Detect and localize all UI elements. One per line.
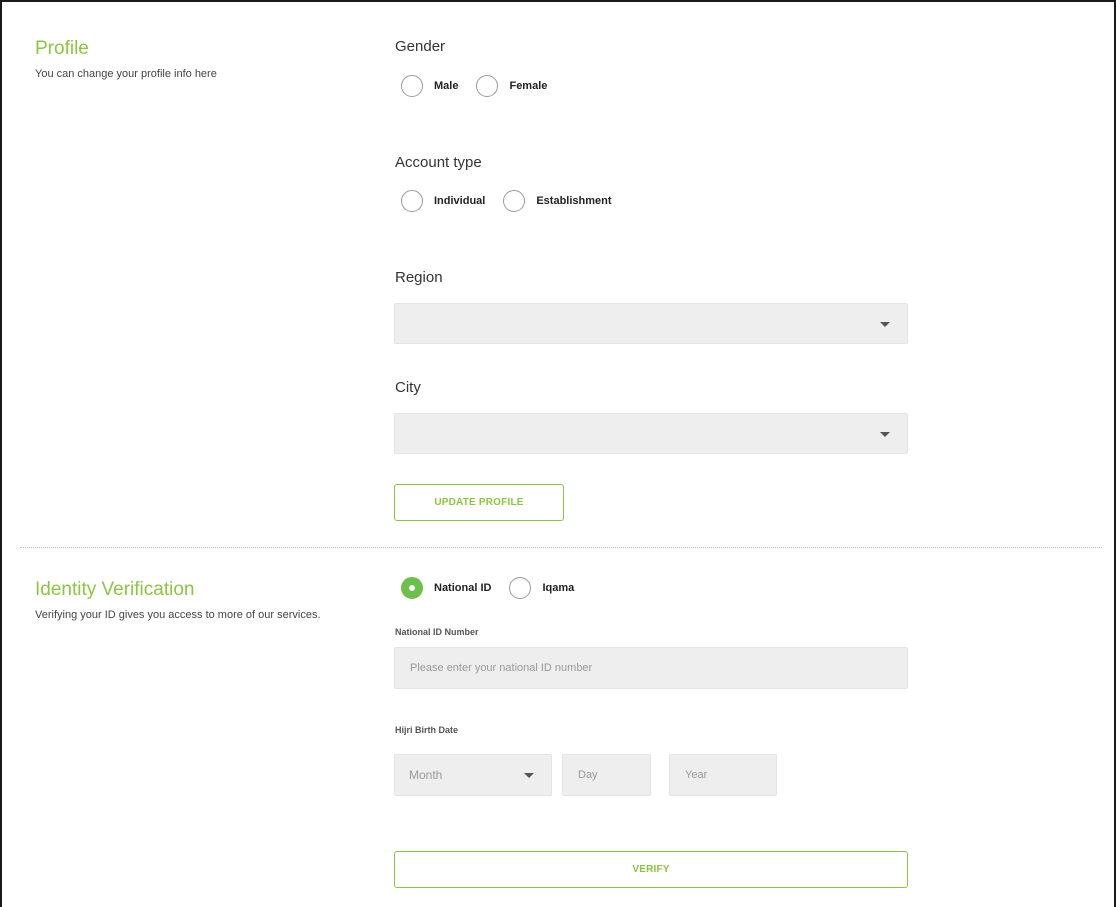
section-divider [20,547,1102,548]
chevron-down-icon [524,773,534,778]
radio-circle-icon[interactable] [476,75,499,97]
birth-month-select[interactable]: Month [394,754,552,796]
id-type-radio-group: National ID Iqama [401,577,588,599]
identity-title: Identity Verification [35,579,195,600]
account-establishment-radio[interactable]: Establishment [503,190,612,212]
gender-radio-group: Male Female [401,75,561,97]
region-label: Region [395,269,443,286]
update-profile-button[interactable]: UPDATE PROFILE [394,484,564,521]
birth-year-input[interactable] [669,754,777,796]
verify-button[interactable]: VERIFY [394,851,908,888]
account-type-radio-group: Individual Establishment [401,190,626,212]
radio-checked-icon[interactable] [401,577,423,599]
hijri-birth-date-label: Hijri Birth Date [395,725,459,735]
radio-label: National ID [434,582,492,594]
gender-male-radio[interactable]: Male [401,75,458,97]
radio-label: Male [434,80,459,92]
national-id-radio[interactable]: National ID [401,577,491,599]
radio-circle-icon[interactable] [401,190,423,212]
iqama-radio[interactable]: Iqama [509,577,574,599]
radio-dot-icon [409,585,415,591]
radio-label: Iqama [542,582,575,594]
birth-month-placeholder: Month [409,768,443,782]
identity-description: Verifying your ID gives you access to mo… [35,609,321,621]
radio-circle-icon[interactable] [503,190,526,212]
gender-female-radio[interactable]: Female [476,75,547,97]
city-label: City [395,379,421,396]
national-id-number-label: National ID Number [395,627,479,637]
profile-title: Profile [35,38,89,59]
radio-circle-icon[interactable] [401,75,423,97]
national-id-input[interactable] [394,647,908,689]
profile-description: You can change your profile info here [35,68,217,80]
city-select[interactable] [394,413,908,454]
radio-label: Establishment [536,195,612,207]
chevron-down-icon [880,321,890,327]
account-individual-radio[interactable]: Individual [401,190,485,212]
birth-day-input[interactable] [562,754,651,796]
radio-label: Female [509,80,548,92]
chevron-down-icon [880,431,890,437]
radio-label: Individual [434,195,486,207]
account-type-label: Account type [395,154,482,171]
radio-circle-icon[interactable] [509,577,532,599]
region-select[interactable] [394,303,908,344]
gender-label: Gender [395,38,446,55]
